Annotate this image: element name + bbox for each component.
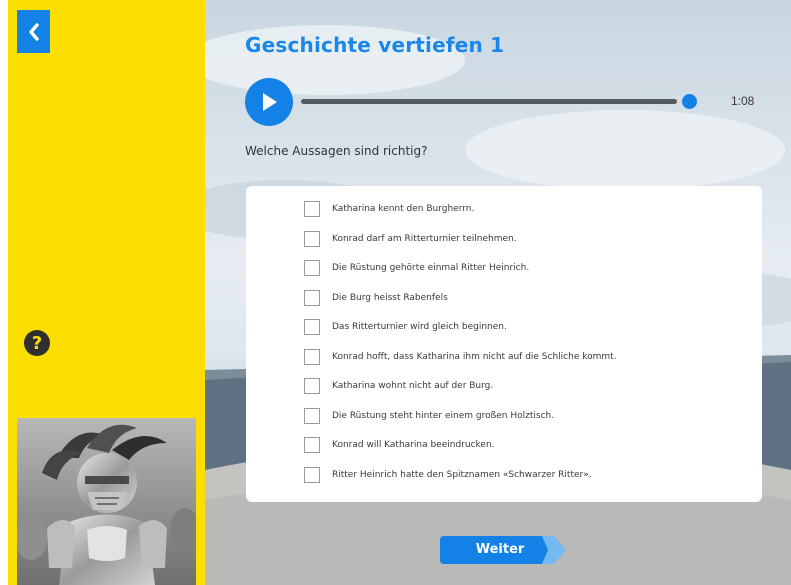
answer-label: Katharina wohnt nicht auf der Burg. [332,381,494,391]
help-button[interactable]: ? [24,330,50,356]
answer-option[interactable]: Die Rüstung gehörte einmal Ritter Heinri… [304,259,529,277]
answer-option[interactable]: Konrad darf am Ritterturnier teilnehmen. [304,230,517,248]
back-button[interactable] [17,10,50,53]
answer-option[interactable]: Die Burg heisst Rabenfels [304,289,448,307]
answer-list: Katharina kennt den Burgherrn. Konrad da… [246,186,762,502]
exercise-title: Geschichte vertiefen 1 [245,33,505,57]
question-text: Welche Aussagen sind richtig? [245,144,428,158]
answer-checkbox[interactable] [304,201,320,217]
answer-option[interactable]: Katharina kennt den Burgherrn. [304,200,474,218]
answer-option[interactable]: Die Rüstung steht hinter einem großen Ho… [304,407,554,425]
answer-label: Das Ritterturnier wird gleich beginnen. [332,322,507,332]
answer-label: Konrad darf am Ritterturnier teilnehmen. [332,234,517,244]
answer-label: Die Burg heisst Rabenfels [332,293,448,303]
play-icon [263,93,277,111]
answer-checkbox[interactable] [304,467,320,483]
audio-player: 1:08 [245,78,765,126]
answer-option[interactable]: Konrad will Katharina beeindrucken. [304,436,495,454]
audio-progress-fill [301,99,678,104]
left-edge [0,0,8,585]
answer-checkbox[interactable] [304,408,320,424]
answer-label: Die Rüstung steht hinter einem großen Ho… [332,411,555,421]
answer-label: Katharina kennt den Burgherrn. [332,204,475,214]
knight-illustration [17,418,196,585]
audio-duration: 1:08 [731,94,755,108]
audio-progress-knob[interactable] [682,94,697,109]
answer-checkbox[interactable] [304,319,320,335]
next-button-label: Weiter [475,542,525,557]
answer-checkbox[interactable] [304,260,320,276]
answer-label: Die Rüstung gehörte einmal Ritter Heinri… [332,263,530,273]
chevron-left-icon [28,22,39,41]
answer-checkbox[interactable] [304,349,320,365]
answer-checkbox[interactable] [304,290,320,306]
sidebar: ? [8,0,205,585]
answer-checkbox[interactable] [304,437,320,453]
answer-option[interactable]: Das Ritterturnier wird gleich beginnen. [304,318,507,336]
next-button[interactable]: Weiter [440,536,566,564]
answer-label: Konrad hofft, dass Katharina ihm nicht a… [332,352,617,362]
answer-label: Ritter Heinrich hatte den Spitznamen «Sc… [332,470,592,480]
answer-option[interactable]: Katharina wohnt nicht auf der Burg. [304,377,493,395]
question-mark-icon: ? [31,332,43,354]
answer-option[interactable]: Ritter Heinrich hatte den Spitznamen «Sc… [304,466,592,484]
main-panel: Geschichte vertiefen 1 1:08 Welche Aussa… [205,0,791,585]
play-button[interactable] [245,78,293,126]
answer-label: Konrad will Katharina beeindrucken. [332,440,495,450]
audio-progress-track[interactable] [301,99,689,104]
answer-checkbox[interactable] [304,378,320,394]
answer-option[interactable]: Konrad hofft, dass Katharina ihm nicht a… [304,348,617,366]
answer-checkbox[interactable] [304,231,320,247]
